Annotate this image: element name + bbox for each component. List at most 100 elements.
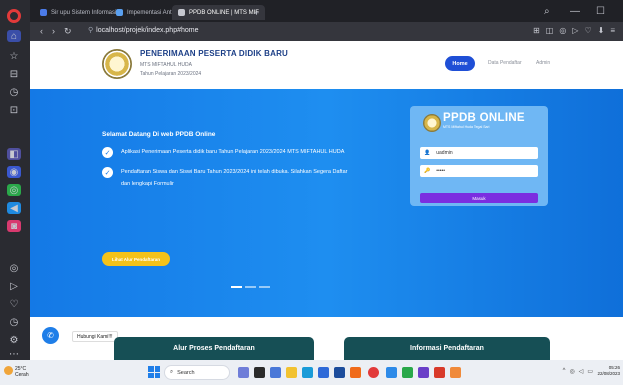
vpn-icon[interactable]: ◫ bbox=[546, 26, 554, 35]
widgets-icon[interactable] bbox=[254, 367, 265, 378]
carousel-indicator-2[interactable] bbox=[245, 286, 256, 288]
telegram-icon[interactable]: ◀ bbox=[7, 202, 21, 214]
check-circle-icon: ✓ bbox=[102, 147, 113, 158]
search-tabs-icon[interactable]: ⌕ bbox=[544, 6, 550, 17]
new-tab-button[interactable]: + bbox=[248, 5, 265, 20]
word-icon[interactable] bbox=[334, 367, 345, 378]
forward-icon[interactable]: › bbox=[52, 26, 55, 36]
weather-widget[interactable]: 25°C Cerah bbox=[15, 366, 29, 378]
carousel-indicator-3[interactable] bbox=[259, 286, 270, 288]
opera-icon[interactable] bbox=[368, 367, 379, 378]
windows-start-icon[interactable] bbox=[148, 366, 160, 378]
bottom-section: ✆ Hubungi Kami!!! Alur Proses Pendaftara… bbox=[30, 317, 623, 360]
search-label: Search bbox=[177, 369, 195, 376]
chevron-up-icon[interactable]: ^ bbox=[563, 368, 566, 375]
taskbar: 25°C Cerah ⌕ Search ^ ◎ ◁ ▭ 05:26 22/08/… bbox=[0, 360, 623, 385]
taskbar-search[interactable]: ⌕ Search bbox=[164, 365, 230, 380]
hero-banner: Selamat Datang Di web PPDB Online ✓ Apli… bbox=[30, 89, 623, 317]
new-tab-label: + bbox=[254, 7, 260, 18]
home-icon[interactable]: ⌂ bbox=[7, 30, 21, 42]
password-value: ••••• bbox=[436, 168, 445, 174]
welcome-heading: Selamat Datang Di web PPDB Online bbox=[102, 131, 216, 138]
clock-icon[interactable]: ◷ bbox=[7, 316, 21, 328]
lock-icon: ⚲ bbox=[88, 27, 94, 34]
settings-icon[interactable]: ◎ bbox=[7, 262, 21, 274]
site-title: PENERIMAAN PESERTA DIDIK BARU bbox=[140, 49, 289, 58]
vscode-icon[interactable] bbox=[386, 367, 397, 378]
username-field[interactable]: 👤 uadmin bbox=[420, 147, 538, 159]
clock[interactable]: 05:26 22/08/2023 bbox=[597, 365, 620, 377]
carousel-indicator-1[interactable] bbox=[231, 286, 242, 288]
history-icon[interactable]: ◷ bbox=[7, 86, 21, 98]
heart-icon[interactable]: ♡ bbox=[7, 298, 21, 310]
store-icon[interactable] bbox=[318, 367, 329, 378]
system-tray: ^ ◎ ◁ ▭ bbox=[563, 368, 593, 375]
search-icon: ⌕ bbox=[170, 369, 174, 375]
send-icon[interactable]: ▷ bbox=[572, 26, 578, 35]
minimize-icon[interactable]: — bbox=[570, 6, 580, 17]
url-text: localhost/projek/index.php#home bbox=[96, 27, 199, 34]
site-header: PENERIMAAN PESERTA DIDIK BARU MTS MIFTAH… bbox=[30, 41, 623, 89]
password-field[interactable]: 🔑 ••••• bbox=[420, 165, 538, 177]
acrobat-icon[interactable] bbox=[434, 367, 445, 378]
nav-home-button[interactable]: Home bbox=[445, 56, 475, 71]
star-icon[interactable]: ☆ bbox=[7, 50, 21, 62]
chat-icon[interactable]: ✆ bbox=[42, 327, 59, 344]
shop-icon[interactable]: ⊟ bbox=[7, 68, 21, 80]
back-icon[interactable]: ‹ bbox=[40, 26, 43, 36]
school-emblem-icon bbox=[102, 49, 132, 79]
extensions: ⊞ ◫ ◎ ▷ ♡ ⬇ ≡ bbox=[533, 26, 615, 35]
task-view-icon[interactable] bbox=[238, 367, 249, 378]
nav-admin[interactable]: Admin bbox=[536, 60, 550, 66]
edge-icon[interactable] bbox=[302, 367, 313, 378]
whatsapp-icon[interactable]: ◎ bbox=[7, 184, 21, 196]
academic-year: Tahun Pelajaran 2023/2024 bbox=[140, 71, 202, 77]
hero-line-2b: dan lengkapi Formulir bbox=[121, 181, 174, 187]
file-explorer-icon[interactable] bbox=[286, 367, 297, 378]
browser-sidebar: ⌂ ☆ ⊟ ◷ ⊡ ◧ ◉ ◎ ◀ ◙ ◎ ▷ ♡ ◷ ⚙ ⋯ bbox=[0, 0, 30, 360]
excel-icon[interactable] bbox=[402, 367, 413, 378]
hero-line-2a: Pendaftaran Siswa dan Siswi Baru Tahun 2… bbox=[121, 169, 348, 175]
download-icon[interactable]: ⬇ bbox=[598, 26, 605, 35]
login-subtitle: MTS Miftahul Huda Tegal Sari bbox=[443, 125, 490, 129]
weather-condition: Cerah bbox=[15, 372, 29, 378]
weather-icon[interactable] bbox=[4, 366, 13, 375]
clock-date: 22/08/2023 bbox=[597, 371, 620, 376]
masuk-button[interactable]: Masuk bbox=[420, 193, 538, 203]
web-page: PENERIMAAN PESERTA DIDIK BARU MTS MIFTAH… bbox=[30, 41, 623, 360]
tab-favicon-icon bbox=[40, 9, 47, 16]
volume-icon[interactable]: ◁ bbox=[579, 368, 584, 375]
user-icon: 👤 bbox=[424, 150, 431, 156]
network-icon[interactable]: ◎ bbox=[569, 368, 574, 375]
instagram-icon[interactable]: ◙ bbox=[7, 220, 21, 232]
app-icon[interactable] bbox=[350, 367, 361, 378]
alur-pendaftaran-button[interactable]: Lihat Alur Pendaftaran bbox=[102, 252, 170, 266]
chat-label[interactable]: Hubungi Kami!!! bbox=[72, 331, 118, 342]
messenger-icon[interactable]: ◉ bbox=[7, 166, 21, 178]
nav-data-pendaftar[interactable]: Data Pendaftar bbox=[488, 60, 522, 66]
adblock-icon[interactable]: ◎ bbox=[559, 26, 566, 35]
screen: ⌂ ☆ ⊟ ◷ ⊡ ◧ ◉ ◎ ◀ ◙ ◎ ▷ ♡ ◷ ⚙ ⋯ Sir upu … bbox=[0, 0, 623, 385]
player-icon[interactable]: ▷ bbox=[7, 280, 21, 292]
alur-proses-button[interactable]: Alur Proses Pendaftaran bbox=[114, 337, 314, 360]
url-field[interactable]: ⚲ localhost/projek/index.php#home bbox=[88, 26, 199, 34]
xampp-icon[interactable] bbox=[450, 367, 461, 378]
opera-logo[interactable] bbox=[7, 9, 21, 23]
heart-icon[interactable]: ♡ bbox=[584, 26, 591, 35]
gear-icon[interactable]: ⚙ bbox=[7, 334, 21, 346]
school-emblem-icon bbox=[423, 114, 441, 132]
informasi-pendaftaran-button[interactable]: Informasi Pendaftaran bbox=[344, 337, 550, 360]
apps-icon[interactable]: ⊡ bbox=[7, 104, 21, 116]
menu-icon[interactable]: ≡ bbox=[610, 26, 615, 35]
discord-icon[interactable]: ◧ bbox=[7, 148, 21, 160]
more-icon[interactable]: ⋯ bbox=[7, 348, 21, 360]
hero-line-1: Aplikasi Penerimaan Peserta didik baru T… bbox=[121, 149, 345, 155]
login-card: PPDB ONLINE MTS Miftahul Huda Tegal Sari… bbox=[410, 106, 548, 206]
reload-icon[interactable]: ↻ bbox=[64, 26, 72, 37]
app-icon[interactable] bbox=[418, 367, 429, 378]
maximize-icon[interactable]: ☐ bbox=[596, 6, 605, 17]
teams-icon[interactable] bbox=[270, 367, 281, 378]
battery-icon[interactable]: ▭ bbox=[587, 368, 593, 375]
camera-icon[interactable]: ⊞ bbox=[533, 26, 540, 35]
school-name: MTS MIFTAHUL HUDA bbox=[140, 62, 192, 68]
